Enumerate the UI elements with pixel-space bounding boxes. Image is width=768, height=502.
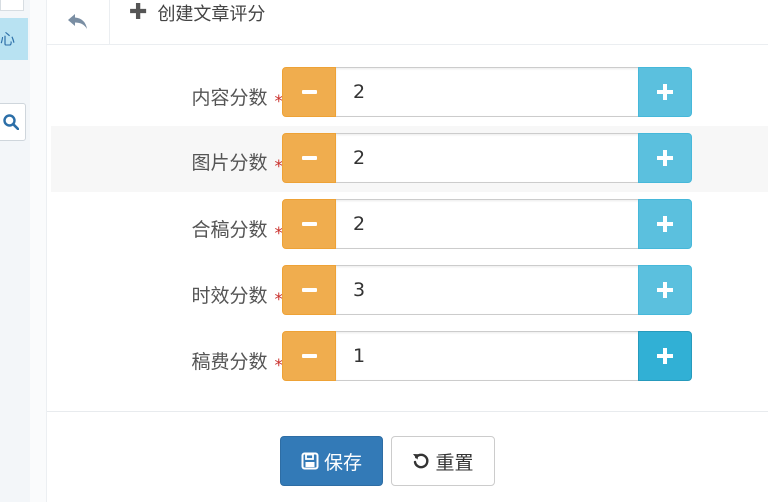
sidebar-search-button[interactable] bbox=[0, 103, 26, 141]
reset-button[interactable]: 重置 bbox=[391, 436, 495, 486]
sidebar: 心 bbox=[0, 0, 31, 502]
plus-icon bbox=[657, 216, 673, 232]
reset-button-label: 重置 bbox=[435, 451, 474, 474]
field-label: 图片分数 * bbox=[191, 148, 283, 177]
plus-icon: ✚ bbox=[129, 0, 148, 25]
save-button[interactable]: 保存 bbox=[280, 436, 383, 486]
field-label-text: 图片分数 bbox=[191, 152, 268, 174]
sidebar-item-glyph: 心 bbox=[0, 30, 16, 48]
form-panel: ✚ 创建文章评分 内容分数* 图片分数* 合稿分数* 时效分数* bbox=[46, 0, 768, 502]
save-button-label: 保存 bbox=[323, 451, 362, 474]
plus-icon bbox=[657, 150, 673, 166]
gutter bbox=[30, 0, 46, 502]
plus-icon bbox=[657, 84, 673, 100]
timeliness-score-input[interactable] bbox=[336, 265, 639, 315]
decrement-button[interactable] bbox=[282, 199, 336, 249]
image-score-input[interactable] bbox=[336, 133, 639, 183]
increment-button[interactable] bbox=[638, 265, 692, 315]
field-label: 合稿分数 * bbox=[191, 215, 283, 244]
field-label-text: 稿费分数 bbox=[191, 351, 268, 373]
form-footer-divider bbox=[47, 411, 768, 412]
merge-score-input[interactable] bbox=[336, 199, 639, 249]
field-label: 内容分数 * bbox=[191, 83, 283, 112]
back-button[interactable] bbox=[47, 0, 110, 44]
plus-icon bbox=[657, 348, 673, 364]
plus-icon bbox=[657, 282, 673, 298]
sidebar-item-active[interactable]: 心 bbox=[0, 18, 28, 60]
minus-icon bbox=[301, 156, 317, 160]
field-row-image: 图片分数 * bbox=[51, 126, 768, 192]
reply-icon bbox=[68, 14, 87, 29]
field-row-fee: 稿费分数 * bbox=[51, 331, 768, 397]
fee-score-input[interactable] bbox=[336, 331, 639, 381]
field-label-text: 时效分数 bbox=[191, 285, 268, 307]
search-icon bbox=[3, 114, 19, 130]
field-row-content: 内容分数 * bbox=[51, 67, 768, 133]
field-label: 稿费分数 * bbox=[191, 347, 283, 376]
save-icon bbox=[301, 452, 319, 470]
field-label: 时效分数 * bbox=[191, 281, 283, 310]
minus-icon bbox=[301, 222, 317, 226]
undo-icon bbox=[412, 452, 430, 470]
decrement-button[interactable] bbox=[282, 133, 336, 183]
field-row-timeliness: 时效分数 * bbox=[51, 265, 768, 331]
minus-icon bbox=[301, 90, 317, 94]
minus-icon bbox=[301, 354, 317, 358]
increment-button[interactable] bbox=[638, 67, 692, 117]
increment-button[interactable] bbox=[638, 331, 692, 381]
field-row-merge: 合稿分数 * bbox=[51, 199, 768, 265]
increment-button[interactable] bbox=[638, 199, 692, 249]
decrement-button[interactable] bbox=[282, 67, 336, 117]
field-label-text: 内容分数 bbox=[191, 87, 268, 109]
increment-button[interactable] bbox=[638, 133, 692, 183]
sidebar-top-item[interactable] bbox=[0, 0, 24, 11]
minus-icon bbox=[301, 288, 317, 292]
panel-header: ✚ 创建文章评分 bbox=[47, 0, 768, 45]
page-title-wrap: ✚ 创建文章评分 bbox=[129, 0, 265, 26]
decrement-button[interactable] bbox=[282, 331, 336, 381]
field-label-text: 合稿分数 bbox=[191, 219, 268, 241]
content-score-input[interactable] bbox=[336, 67, 639, 117]
decrement-button[interactable] bbox=[282, 265, 336, 315]
page-title: 创建文章评分 bbox=[157, 4, 266, 25]
